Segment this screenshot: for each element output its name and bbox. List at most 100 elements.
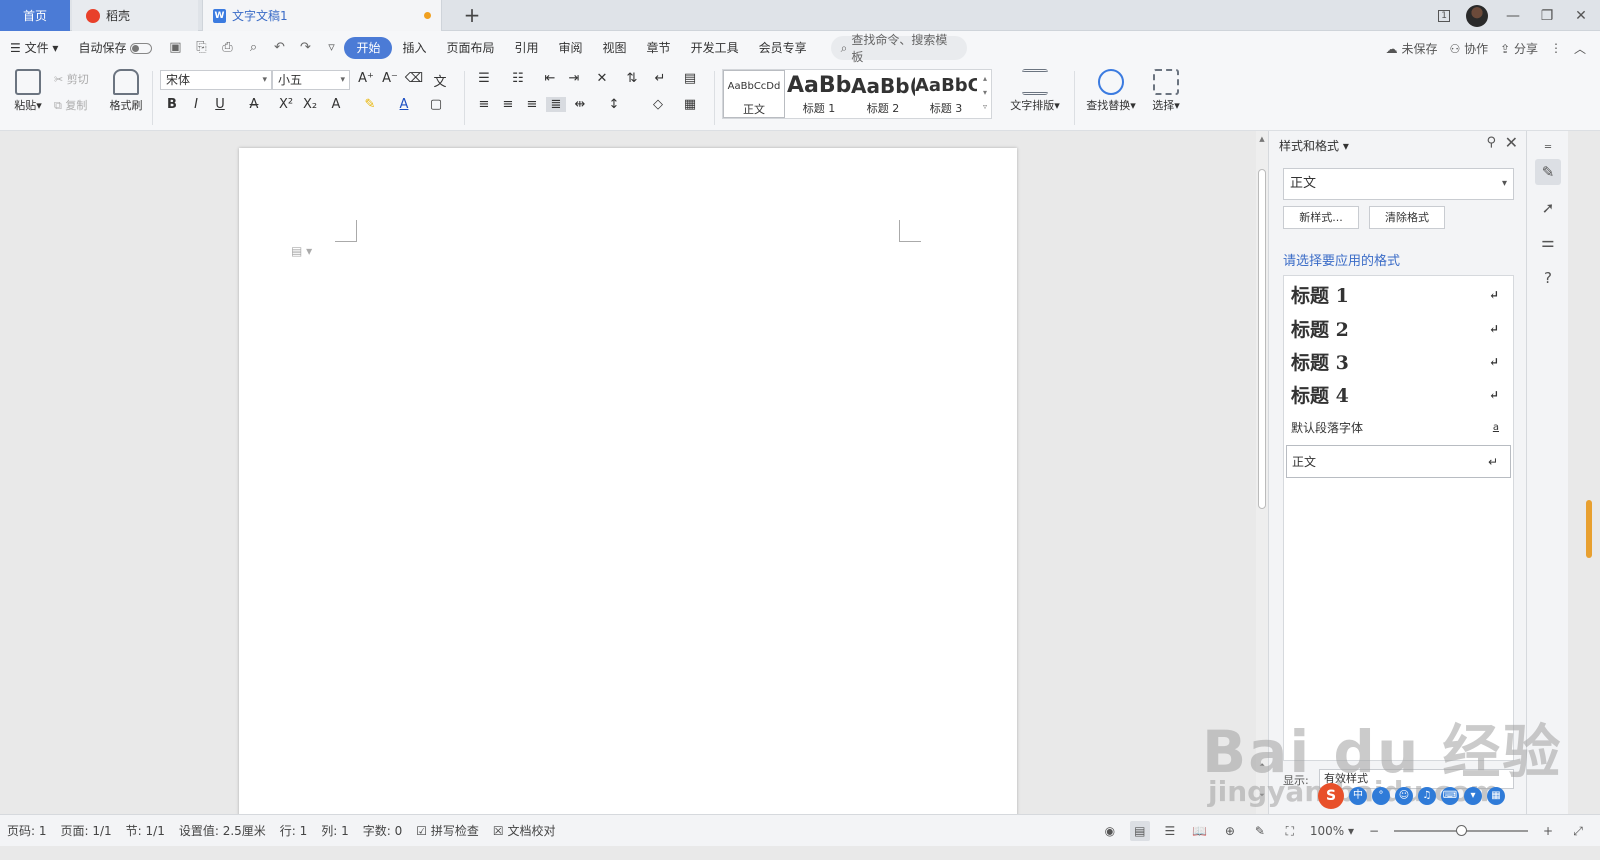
spell-check-button[interactable]: ☑ 拼写检查 [409, 822, 486, 839]
eye-protect-icon[interactable]: ◉ [1100, 821, 1120, 841]
select-button[interactable]: 选择▾ [1146, 69, 1186, 113]
close-icon[interactable]: ✕ [1505, 133, 1518, 152]
font-size-select[interactable]: 小五 [272, 70, 350, 90]
ime-punct-icon[interactable]: ° [1372, 787, 1390, 805]
zoom-knob[interactable] [1456, 825, 1467, 836]
paragraph-tag-icon[interactable]: ▤ ▾ [291, 244, 312, 258]
scroll-thumb[interactable] [1258, 169, 1266, 509]
line-spacing-icon[interactable]: ↕ [604, 97, 624, 112]
ime-skin-icon[interactable]: ▾ [1464, 787, 1482, 805]
show-marks-icon[interactable]: ↵ [650, 71, 670, 86]
underline-button[interactable]: U [210, 97, 230, 112]
ime-lang-icon[interactable]: 中 [1349, 787, 1367, 805]
style-item-heading-1[interactable]: 标题 1 ↵ [1286, 278, 1511, 311]
font-color-button[interactable]: A [394, 97, 414, 112]
tab-daoke[interactable]: 稻壳 [72, 0, 198, 31]
customize-icon[interactable]: ▿ [323, 40, 339, 56]
chinese-layout-icon[interactable]: ✕ [592, 71, 612, 86]
web-view-icon[interactable]: ⊕ [1220, 821, 1240, 841]
file-menu[interactable]: ☰ 文件 ▾ [0, 37, 68, 59]
status-row[interactable]: 行: 1 [273, 822, 315, 839]
more-icon[interactable]: ⋮ [1550, 41, 1562, 55]
style-normal[interactable]: AaBbCcDd 正文 [723, 70, 785, 118]
settings-sliders-icon[interactable]: ⚌ [1535, 229, 1561, 255]
collaborate-button[interactable]: ⚇ 协作 [1450, 40, 1489, 57]
status-word-count[interactable]: 字数: 0 [356, 822, 410, 839]
superscript-button[interactable]: X² [276, 97, 296, 112]
cut-button[interactable]: ✂ 剪切 [54, 71, 102, 87]
clear-format-button[interactable]: 清除格式 [1369, 206, 1445, 229]
ime-logo-icon[interactable]: S [1318, 783, 1344, 809]
zoom-value[interactable]: 100% ▾ [1310, 824, 1354, 838]
current-style-select[interactable]: 正文 [1283, 168, 1514, 200]
status-pages[interactable]: 页面: 1/1 [54, 822, 119, 839]
fullscreen-icon[interactable]: ⤢ [1568, 821, 1588, 841]
menu-tab-6[interactable]: 章节 [637, 37, 681, 59]
save-icon[interactable]: ▣ [167, 40, 183, 56]
phonetic-icon[interactable]: 文 [430, 71, 450, 90]
status-page-number[interactable]: 页码: 1 [0, 822, 54, 839]
style-heading-1[interactable]: AaBb 标题 1 [787, 70, 851, 118]
command-search[interactable]: ⌕ 查找命令、搜索模板 [830, 33, 967, 64]
bold-button[interactable]: B [162, 97, 182, 112]
style-item-default-font[interactable]: 默认段落字体 a [1286, 411, 1511, 444]
numbering-icon[interactable]: ☷ [508, 71, 528, 86]
edge-handle[interactable] [1586, 500, 1592, 558]
zoom-in-icon[interactable]: + [1538, 821, 1558, 841]
subscript-button[interactable]: X₂ [300, 97, 320, 112]
print-preview-icon[interactable]: ⌕ [245, 40, 261, 56]
undo-icon[interactable]: ↶ [271, 40, 287, 56]
style-pen-icon[interactable]: ✎ [1535, 159, 1561, 185]
restore-icon[interactable]: ❐ [1538, 8, 1556, 24]
bullets-icon[interactable]: ☰ [474, 71, 494, 86]
status-setting[interactable]: 设置值: 2.5厘米 [172, 822, 273, 839]
close-window-icon[interactable]: ✕ [1572, 8, 1590, 24]
menu-tab-3[interactable]: 引用 [505, 37, 549, 59]
ime-keyboard-icon[interactable]: ⌨ [1441, 787, 1459, 805]
redo-icon[interactable]: ↷ [297, 40, 313, 56]
grow-font-icon[interactable]: A⁺ [356, 71, 376, 86]
menu-tab-4[interactable]: 审阅 [549, 37, 593, 59]
shading-icon[interactable]: ◇ [648, 97, 668, 112]
text-layout-button[interactable]: 文字排版▾ [1004, 69, 1066, 113]
print-icon[interactable]: ⎙ [219, 40, 235, 56]
font-name-select[interactable]: 宋体 [160, 70, 272, 90]
highlight-icon[interactable]: ✎ [360, 97, 380, 112]
style-heading-2[interactable]: AaBb( 标题 2 [851, 70, 915, 118]
zoom-out-icon[interactable]: − [1364, 821, 1384, 841]
document-canvas[interactable]: ▤ ▾ [0, 131, 1256, 814]
zoom-slider[interactable] [1394, 825, 1528, 836]
doc-check-button[interactable]: ☒ 文档校对 [486, 822, 563, 839]
format-painter-button[interactable]: 格式刷 [106, 69, 146, 113]
ime-emoji-icon[interactable]: ☺ [1395, 787, 1413, 805]
panel-title[interactable]: 样式和格式 ▾ [1279, 137, 1349, 154]
style-item-heading-4[interactable]: 标题 4 ↵ [1286, 378, 1511, 411]
menu-tab-7[interactable]: 开发工具 [681, 37, 749, 59]
eraser-icon[interactable]: ⌫ [404, 71, 424, 86]
style-item-heading-2[interactable]: 标题 2 ↵ [1286, 312, 1511, 345]
table-icon[interactable]: ▤ [680, 71, 700, 86]
borders-icon[interactable]: ▦ [680, 97, 700, 112]
justify-icon[interactable]: ≣ [546, 97, 566, 112]
write-mode-icon[interactable]: ✎ [1250, 821, 1270, 841]
gallery-scroll[interactable]: ▴ ▾ ▿ [979, 72, 991, 114]
page-view-icon[interactable]: ▤ [1129, 821, 1150, 841]
minimize-icon[interactable]: — [1504, 8, 1522, 24]
export-icon[interactable]: ⎘ [193, 40, 209, 56]
copy-button[interactable]: ⧉ 复制 [54, 97, 102, 113]
tab-document[interactable]: W 文字文稿1 [202, 0, 442, 31]
find-replace-button[interactable]: 查找替换▾ [1082, 69, 1140, 113]
text-effect-button[interactable]: A [326, 97, 346, 112]
paste-button[interactable]: 粘贴▾ [10, 69, 46, 113]
distribute-icon[interactable]: ⇹ [570, 97, 590, 112]
outline-view-icon[interactable]: ☰ [1160, 821, 1180, 841]
style-heading-3[interactable]: AaBbC 标题 3 [915, 70, 977, 118]
menu-tab-2[interactable]: 页面布局 [436, 37, 504, 59]
new-tab-button[interactable]: + [460, 3, 484, 27]
style-item-heading-3[interactable]: 标题 3 ↵ [1286, 345, 1511, 378]
menu-tab-8[interactable]: 会员专享 [749, 37, 817, 59]
status-column[interactable]: 列: 1 [314, 822, 356, 839]
fit-window-icon[interactable]: ⛶ [1280, 821, 1300, 841]
style-item-normal[interactable]: 正文 ↵ [1286, 445, 1511, 478]
autosave-toggle[interactable]: 自动保存 [68, 37, 162, 59]
